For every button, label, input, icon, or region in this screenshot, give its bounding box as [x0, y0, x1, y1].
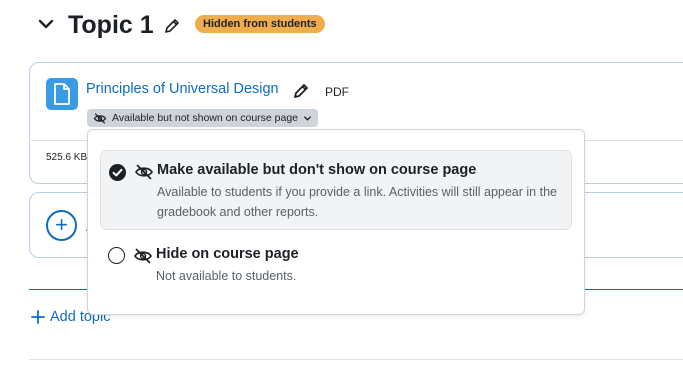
- collapse-topic-chevron-icon[interactable]: [36, 14, 56, 34]
- eye-slash-icon: [93, 112, 107, 124]
- topic-title: Topic 1: [68, 11, 154, 39]
- section-divider-bottom: [29, 359, 683, 360]
- availability-dropdown-menu: Make available but don't show on course …: [87, 129, 585, 315]
- availability-label: Available but not shown on course page: [112, 112, 299, 124]
- selected-check-radio-icon: [109, 164, 126, 181]
- file-type-label: PDF: [325, 85, 349, 99]
- chevron-down-icon: [303, 114, 312, 123]
- availability-dropdown-button[interactable]: Available but not shown on course page: [87, 109, 319, 127]
- option-make-available-not-shown[interactable]: Make available but don't show on course …: [100, 150, 572, 230]
- eye-slash-icon: [134, 164, 154, 180]
- edit-activity-pencil-icon[interactable]: [292, 82, 310, 100]
- hidden-from-students-badge: Hidden from students: [195, 15, 325, 33]
- edit-topic-pencil-icon[interactable]: [163, 17, 181, 35]
- option-description: Available to students if you provide a l…: [157, 185, 557, 219]
- unselected-radio-icon: [108, 247, 125, 264]
- option-title: Hide on course page: [156, 246, 299, 262]
- option-title: Make available but don't show on course …: [157, 162, 477, 178]
- plus-icon: [31, 310, 45, 324]
- eye-slash-icon: [133, 248, 153, 264]
- activity-name-link[interactable]: Principles of Universal Design: [86, 81, 279, 97]
- option-hide-on-course-page[interactable]: Hide on course page Not available to stu…: [100, 234, 572, 294]
- option-description: Not available to students.: [156, 269, 297, 283]
- file-size-label: 525.6 KB: [46, 152, 88, 163]
- add-activity-plus-circle-icon[interactable]: +: [46, 210, 77, 241]
- document-icon: [46, 78, 78, 110]
